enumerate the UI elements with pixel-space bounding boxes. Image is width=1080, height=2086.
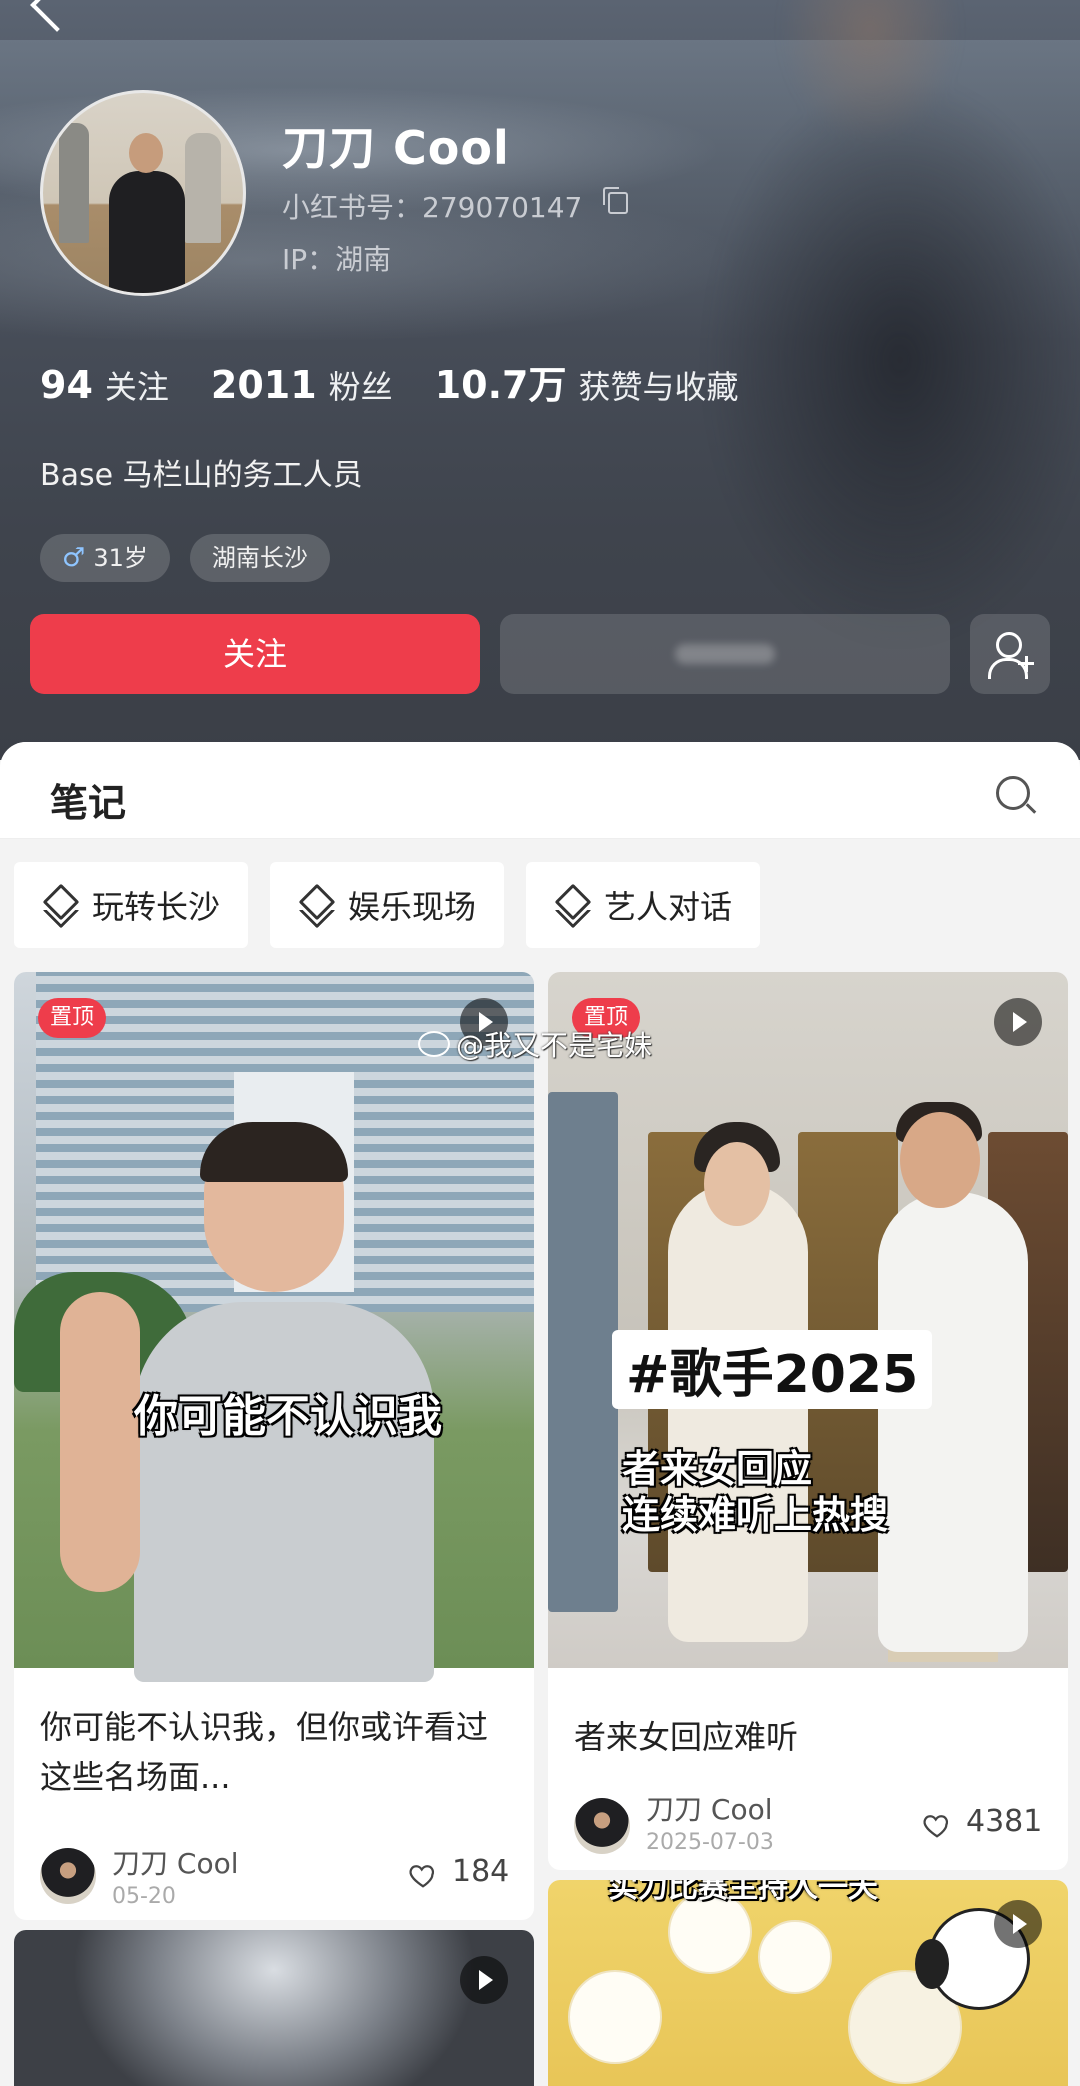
pinned-badge: 置顶 xyxy=(38,998,107,1038)
collection-item[interactable]: 艺人对话 xyxy=(526,862,761,948)
note-cover-image: 你可能不认识我 xyxy=(14,972,534,1682)
play-icon xyxy=(994,998,1042,1046)
stat-label: 获赞与收藏 xyxy=(578,368,739,406)
notes-tab-bar: 笔记 xyxy=(0,742,1080,839)
stat-number: 2011 xyxy=(210,363,317,407)
cover-caption: 你可能不认识我 xyxy=(134,1391,442,1442)
bio: Base 马栏山的务工人员 xyxy=(40,458,363,493)
layers-icon xyxy=(298,889,332,921)
weibo-icon xyxy=(418,1031,450,1057)
note-cover-image xyxy=(14,1930,534,2086)
note-card[interactable] xyxy=(14,1930,534,2086)
heart-icon[interactable] xyxy=(922,1810,952,1840)
note-cover-image: 实力比赛主持人一天 xyxy=(548,1880,1068,2086)
note-card[interactable]: #歌手2025 者来女回应 连续难听上热搜 置顶 者来女回应难听 刀刀 Cool… xyxy=(548,972,1068,1870)
stat-label: 关注 xyxy=(104,368,169,406)
collection-label: 玩转长沙 xyxy=(92,888,221,926)
stat-following[interactable]: 94 关注 xyxy=(40,362,169,408)
heart-icon[interactable] xyxy=(408,1860,438,1890)
collection-list: 玩转长沙 娱乐现场 艺人对话 xyxy=(14,862,782,948)
layers-icon xyxy=(42,889,76,921)
add-user-icon xyxy=(996,632,1022,658)
author-avatar xyxy=(574,1798,630,1854)
author-name: 刀刀 Cool xyxy=(112,1847,239,1880)
like-count: 184 xyxy=(452,1854,510,1889)
stat-likes-collects[interactable]: 10.7万 获赞与收藏 xyxy=(435,354,739,409)
message-button[interactable] xyxy=(500,614,950,694)
back-icon[interactable] xyxy=(30,0,84,32)
ip-location: IP：湖南 xyxy=(282,243,392,276)
note-title: 者来女回应难听 xyxy=(574,1718,799,1756)
profile-name: 刀刀 Cool xyxy=(282,121,510,175)
stat-label: 粉丝 xyxy=(328,368,393,406)
stat-number: 10.7万 xyxy=(434,363,567,407)
cover-hashtag: #歌手2025 xyxy=(612,1330,933,1409)
author-name: 刀刀 Cool xyxy=(646,1793,773,1826)
header-background-person xyxy=(600,0,1080,660)
collection-label: 艺人对话 xyxy=(604,888,733,926)
location-tag: 湖南长沙 xyxy=(189,534,330,582)
red-id: 小红书号：279070147 xyxy=(282,191,583,224)
avatar[interactable] xyxy=(40,90,246,296)
post-date: 2025-07-03 xyxy=(646,1830,774,1855)
male-icon: ♂ xyxy=(62,543,86,573)
profile-stats: 94 关注 2011 粉丝 10.7万 获赞与收藏 xyxy=(40,354,780,409)
search-icon[interactable] xyxy=(996,776,1030,810)
age-label: 31岁 xyxy=(93,544,148,572)
add-friend-button[interactable] xyxy=(970,614,1050,694)
like-count: 4381 xyxy=(966,1804,1043,1839)
layers-icon xyxy=(554,889,588,921)
content-sheet: 笔记 玩转长沙 娱乐现场 艺人对话 你可能不认识我 置顶 你可能不认识我，但你或… xyxy=(0,742,1080,2086)
collection-item[interactable]: 娱乐现场 xyxy=(270,862,505,948)
cover-caption-line2: 连续难听上热搜 xyxy=(622,1493,889,1537)
collection-label: 娱乐现场 xyxy=(348,888,477,926)
play-icon xyxy=(994,1900,1042,1948)
author-avatar xyxy=(40,1848,96,1904)
note-card[interactable]: 实力比赛主持人一天 xyxy=(548,1880,1068,2086)
note-card[interactable]: 你可能不认识我 置顶 你可能不认识我，但你或许看过这些名场面... 刀刀 Coo… xyxy=(14,972,534,1920)
note-title: 你可能不认识我，但你或许看过这些名场面... xyxy=(40,1708,489,1796)
note-cover-image: #歌手2025 者来女回应 连续难听上热搜 xyxy=(548,972,1068,1668)
age-tag: ♂ 31岁 xyxy=(40,534,170,582)
cover-caption: 实力比赛主持人一天 xyxy=(608,1880,878,1905)
stat-number: 94 xyxy=(40,363,93,407)
post-date: 05-20 xyxy=(112,1884,176,1909)
collection-item[interactable]: 玩转长沙 xyxy=(14,862,249,948)
copy-icon[interactable] xyxy=(603,187,628,214)
profile-tags: ♂ 31岁 湖南长沙 xyxy=(40,534,350,582)
watermark: @我又不是宅妹 xyxy=(418,1024,652,1064)
follow-button[interactable]: 关注 xyxy=(30,614,480,694)
profile-header: 刀刀 Cool 小红书号：279070147 IP：湖南 94 关注 2011 … xyxy=(0,0,1080,760)
tab-notes[interactable]: 笔记 xyxy=(50,772,126,827)
location-label: 湖南长沙 xyxy=(211,544,308,572)
stat-followers[interactable]: 2011 粉丝 xyxy=(211,362,393,408)
play-icon xyxy=(460,1956,508,2004)
watermark-text: @我又不是宅妹 xyxy=(456,1029,653,1062)
